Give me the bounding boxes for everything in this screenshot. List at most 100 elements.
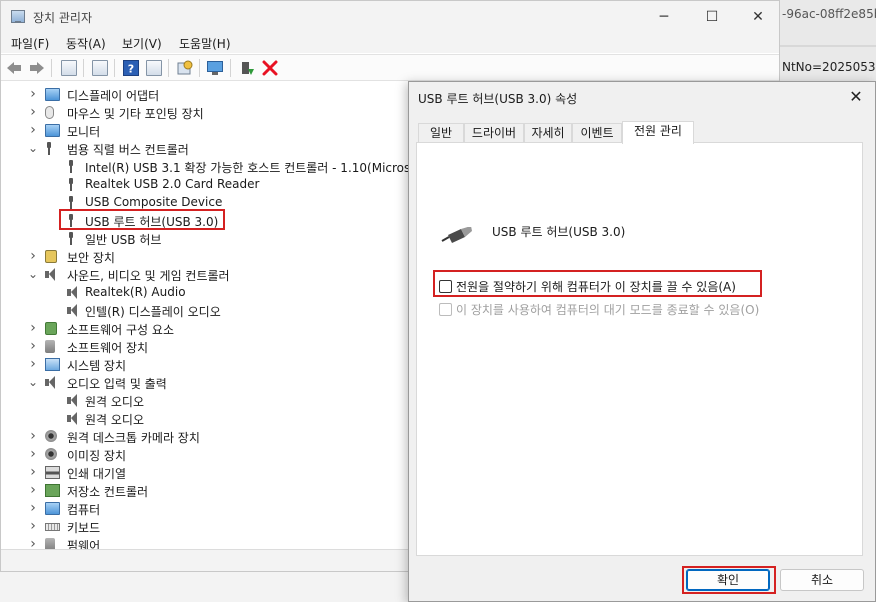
speaker-icon bbox=[67, 412, 77, 425]
chevron-right-icon[interactable]: › bbox=[27, 123, 39, 137]
view-toggle-icon[interactable] bbox=[146, 60, 162, 76]
forward-arrow-icon[interactable] bbox=[29, 60, 45, 76]
tree-item-label: 컴퓨터 bbox=[67, 503, 101, 517]
selected-device-highlight bbox=[59, 209, 225, 230]
title-bar[interactable]: 장치 관리자 ─ ☐ ✕ bbox=[1, 1, 779, 33]
menu-help[interactable]: 도움말(H) bbox=[179, 35, 231, 52]
background-url-text: NtNo=2025053 bbox=[782, 60, 876, 74]
scan-hardware-icon[interactable] bbox=[177, 60, 193, 76]
monitor-icon bbox=[45, 88, 60, 101]
chevron-right-icon[interactable]: › bbox=[27, 501, 39, 515]
svg-text:?: ? bbox=[128, 63, 134, 76]
chevron-right-icon[interactable]: › bbox=[27, 249, 39, 263]
tab-driver[interactable]: 드라이버 bbox=[464, 123, 524, 143]
background-divider bbox=[780, 45, 876, 47]
dialog-tabs: 일반 드라이버 자세히 이벤트 전원 관리 bbox=[418, 121, 868, 144]
tree-item-label: 사운드, 비디오 및 게임 컨트롤러 bbox=[67, 269, 230, 283]
help-icon[interactable]: ? bbox=[123, 60, 139, 76]
chevron-right-icon[interactable]: › bbox=[27, 519, 39, 533]
toolbar-separator bbox=[51, 59, 52, 77]
chevron-down-icon[interactable]: ⌄ bbox=[27, 141, 39, 155]
usb-icon bbox=[67, 196, 75, 209]
keyboard-icon bbox=[45, 523, 60, 531]
menu-view[interactable]: 보기(V) bbox=[122, 35, 162, 52]
tree-item-label: 소프트웨어 장치 bbox=[67, 341, 149, 355]
tree-item-label: 인텔(R) 디스플레이 오디오 bbox=[85, 305, 221, 319]
printer-icon bbox=[45, 466, 60, 479]
chevron-right-icon[interactable]: › bbox=[27, 429, 39, 443]
tab-events[interactable]: 이벤트 bbox=[572, 123, 622, 143]
speaker-icon bbox=[45, 268, 55, 281]
properties-dialog: USB 루트 허브(USB 3.0) 속성 ✕ 일반 드라이버 자세히 이벤트 … bbox=[408, 81, 876, 602]
option-highlight bbox=[433, 270, 762, 297]
menu-action[interactable]: 동작(A) bbox=[66, 35, 106, 52]
chevron-right-icon[interactable]: › bbox=[27, 87, 39, 101]
chevron-right-icon[interactable]: › bbox=[27, 465, 39, 479]
tree-item-label: 오디오 입력 및 출력 bbox=[67, 377, 167, 391]
monitor-icon[interactable] bbox=[207, 60, 223, 76]
details-list-icon[interactable] bbox=[92, 60, 108, 76]
close-window-button[interactable]: ✕ bbox=[735, 1, 779, 33]
tab-power-management[interactable]: 전원 관리 bbox=[622, 121, 694, 144]
chevron-down-icon[interactable]: ⌄ bbox=[27, 267, 39, 281]
back-arrow-icon[interactable] bbox=[6, 60, 22, 76]
device-manager-app-icon bbox=[11, 10, 25, 23]
chevron-right-icon[interactable]: › bbox=[27, 321, 39, 335]
usb-plug-icon bbox=[441, 227, 472, 243]
toolbar: ? bbox=[1, 54, 779, 81]
enable-device-icon[interactable] bbox=[239, 60, 255, 76]
tree-item-label: 일반 USB 허브 bbox=[85, 233, 162, 247]
chevron-right-icon[interactable]: › bbox=[27, 339, 39, 353]
power-management-panel: USB 루트 허브(USB 3.0) 전원을 절약하기 위해 컴퓨터가 이 장치… bbox=[416, 142, 863, 556]
chevron-right-icon[interactable]: › bbox=[27, 447, 39, 461]
tree-item-label: 소프트웨어 구성 요소 bbox=[67, 323, 174, 337]
monitor-icon bbox=[45, 502, 60, 515]
usb-icon bbox=[67, 178, 75, 191]
toolbar-separator bbox=[83, 59, 84, 77]
chevron-right-icon[interactable]: › bbox=[27, 537, 39, 549]
minimize-button[interactable]: ─ bbox=[641, 1, 687, 33]
tree-item-label: 원격 오디오 bbox=[85, 413, 145, 427]
device-name: USB 루트 허브(USB 3.0) bbox=[492, 225, 626, 239]
tree-item-label: 원격 오디오 bbox=[85, 395, 145, 409]
tree-item-label: 인쇄 대기열 bbox=[67, 467, 127, 481]
speaker-icon bbox=[67, 304, 77, 317]
speaker-icon bbox=[67, 394, 77, 407]
camera-icon bbox=[45, 448, 57, 460]
usb-icon bbox=[45, 142, 53, 155]
tree-item-label: 모니터 bbox=[67, 125, 101, 139]
tree-item-label: 보안 장치 bbox=[67, 251, 115, 265]
usb-icon bbox=[67, 160, 75, 173]
puzzle-icon bbox=[45, 322, 57, 335]
properties-sheet-icon[interactable] bbox=[61, 60, 77, 76]
disk-icon bbox=[45, 538, 55, 549]
tree-item-label: 디스플레이 어댑터 bbox=[67, 89, 160, 103]
tab-general[interactable]: 일반 bbox=[418, 123, 464, 143]
cancel-button[interactable]: 취소 bbox=[780, 569, 864, 591]
chevron-right-icon[interactable]: › bbox=[27, 357, 39, 371]
tree-item-label: 범용 직렬 버스 컨트롤러 bbox=[67, 143, 189, 157]
menu-file[interactable]: 파일(F) bbox=[11, 35, 49, 52]
wake-computer-label: 이 장치를 사용하여 컴퓨터의 대기 모드를 종료할 수 있음(O) bbox=[456, 303, 760, 317]
tab-details[interactable]: 자세히 bbox=[524, 123, 572, 143]
chevron-right-icon[interactable]: › bbox=[27, 483, 39, 497]
tree-item-label: Realtek USB 2.0 Card Reader bbox=[85, 177, 260, 191]
usb-icon bbox=[67, 232, 75, 245]
chevron-right-icon[interactable]: › bbox=[27, 105, 39, 119]
window-title: 장치 관리자 bbox=[33, 11, 93, 25]
system-icon bbox=[45, 358, 60, 371]
toolbar-separator bbox=[199, 59, 200, 77]
remove-device-icon[interactable] bbox=[262, 60, 278, 76]
chevron-down-icon[interactable]: ⌄ bbox=[27, 375, 39, 389]
tree-item-label: 마우스 및 기타 포인팅 장치 bbox=[67, 107, 204, 121]
speaker-icon bbox=[67, 286, 77, 299]
wake-computer-checkbox bbox=[439, 303, 452, 316]
tree-item-label: 이미징 장치 bbox=[67, 449, 127, 463]
maximize-button[interactable]: ☐ bbox=[689, 1, 735, 33]
toolbar-separator bbox=[114, 59, 115, 77]
tree-item-label: USB Composite Device bbox=[85, 195, 223, 209]
background-tab-text: -96ac-08ff2e85b bbox=[782, 7, 876, 21]
toolbar-separator bbox=[168, 59, 169, 77]
ok-button-highlight bbox=[682, 566, 776, 594]
dialog-close-button[interactable]: ✕ bbox=[841, 84, 871, 110]
